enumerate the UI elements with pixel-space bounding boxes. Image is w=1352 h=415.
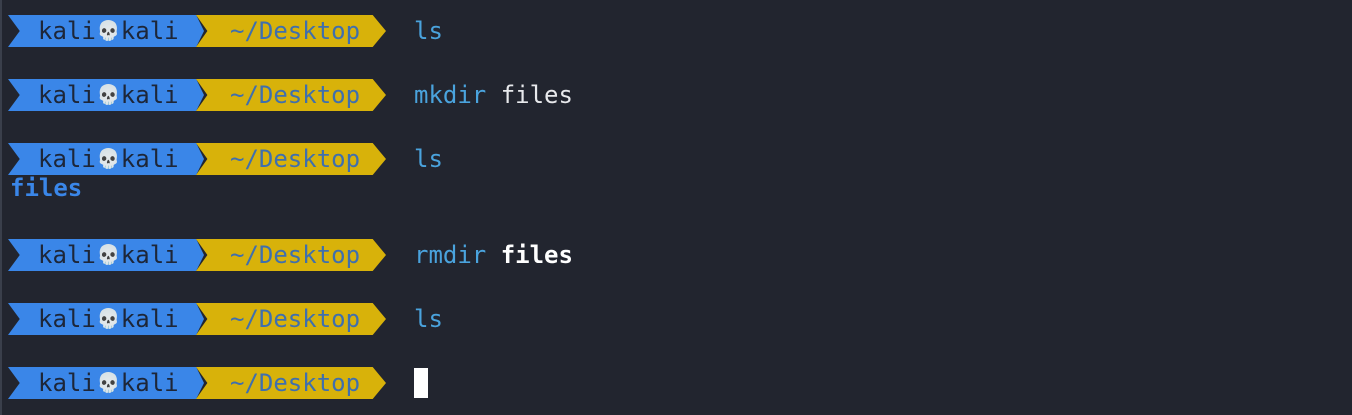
prompt-user-segment: kali 💀 kali: [8, 15, 204, 47]
prompt-user: kali: [38, 241, 96, 269]
prompt-path-segment: ~/Desktop: [196, 367, 386, 399]
command-name: ls: [414, 17, 443, 45]
terminal-window[interactable]: kali 💀 kali ~/Desktop ls kali 💀 kali ~/Deskt…: [0, 0, 1352, 415]
prompt-user-segment: kali 💀 kali: [8, 303, 204, 335]
prompt-user: kali: [38, 145, 96, 173]
prompt-user-segment: kali 💀 kali: [8, 143, 204, 175]
command-argument: files: [500, 241, 573, 269]
command-name: ls: [414, 145, 443, 173]
prompt-host: kali: [120, 145, 179, 173]
prompt: kali 💀 kali ~/Desktop: [8, 143, 386, 175]
command-argument: files: [500, 81, 573, 109]
prompt-host: kali: [120, 241, 179, 269]
text-cursor[interactable]: [414, 368, 428, 398]
prompt-host: kali: [120, 17, 179, 45]
prompt-path-segment: ~/Desktop: [196, 79, 386, 111]
command-name: rmdir: [414, 241, 487, 269]
command-text: ls: [414, 145, 443, 173]
command-text: ls: [414, 305, 443, 333]
command-name: mkdir: [414, 81, 487, 109]
prompt-host: kali: [120, 305, 179, 333]
prompt-line: kali 💀 kali ~/Desktop ls: [8, 303, 443, 335]
prompt: kali 💀 kali ~/Desktop: [8, 303, 386, 335]
skull-icon: 💀: [96, 83, 121, 106]
skull-icon: 💀: [96, 147, 121, 170]
skull-icon: 💀: [96, 243, 121, 266]
prompt-path: ~/Desktop: [230, 305, 361, 333]
prompt-path: ~/Desktop: [230, 17, 361, 45]
prompt: kali 💀 kali ~/Desktop: [8, 15, 386, 47]
prompt-line: kali 💀 kali ~/Desktop rmdir files: [8, 239, 573, 271]
prompt: kali 💀 kali ~/Desktop: [8, 239, 386, 271]
prompt-user: kali: [38, 305, 96, 333]
command-text: rmdir files: [414, 241, 573, 269]
prompt-path-segment: ~/Desktop: [196, 239, 386, 271]
prompt-user-segment: kali 💀 kali: [8, 79, 204, 111]
prompt-line: kali 💀 kali ~/Desktop mkdir files: [8, 79, 573, 111]
active-prompt-line[interactable]: kali 💀 kali ~/Desktop: [8, 367, 428, 399]
prompt-host: kali: [120, 81, 179, 109]
prompt-user-segment: kali 💀 kali: [8, 239, 204, 271]
prompt-path-segment: ~/Desktop: [196, 15, 386, 47]
prompt: kali 💀 kali ~/Desktop: [8, 79, 386, 111]
command-output-directory: files: [10, 174, 83, 202]
prompt-line: kali 💀 kali ~/Desktop ls: [8, 143, 443, 175]
prompt-user: kali: [38, 81, 96, 109]
command-text: ls: [414, 17, 443, 45]
prompt-line: kali 💀 kali ~/Desktop ls: [8, 15, 443, 47]
skull-icon: 💀: [96, 371, 121, 394]
prompt-path: ~/Desktop: [230, 145, 361, 173]
prompt-path: ~/Desktop: [230, 241, 361, 269]
prompt-user: kali: [38, 369, 96, 397]
skull-icon: 💀: [96, 19, 121, 42]
prompt-path: ~/Desktop: [230, 369, 361, 397]
prompt-path: ~/Desktop: [230, 81, 361, 109]
skull-icon: 💀: [96, 307, 121, 330]
command-name: ls: [414, 305, 443, 333]
prompt-user-segment: kali 💀 kali: [8, 367, 204, 399]
command-text: mkdir files: [414, 81, 573, 109]
prompt-user: kali: [38, 17, 96, 45]
prompt-path-segment: ~/Desktop: [196, 303, 386, 335]
prompt-host: kali: [120, 369, 179, 397]
prompt: kali 💀 kali ~/Desktop: [8, 367, 386, 399]
prompt-path-segment: ~/Desktop: [196, 143, 386, 175]
